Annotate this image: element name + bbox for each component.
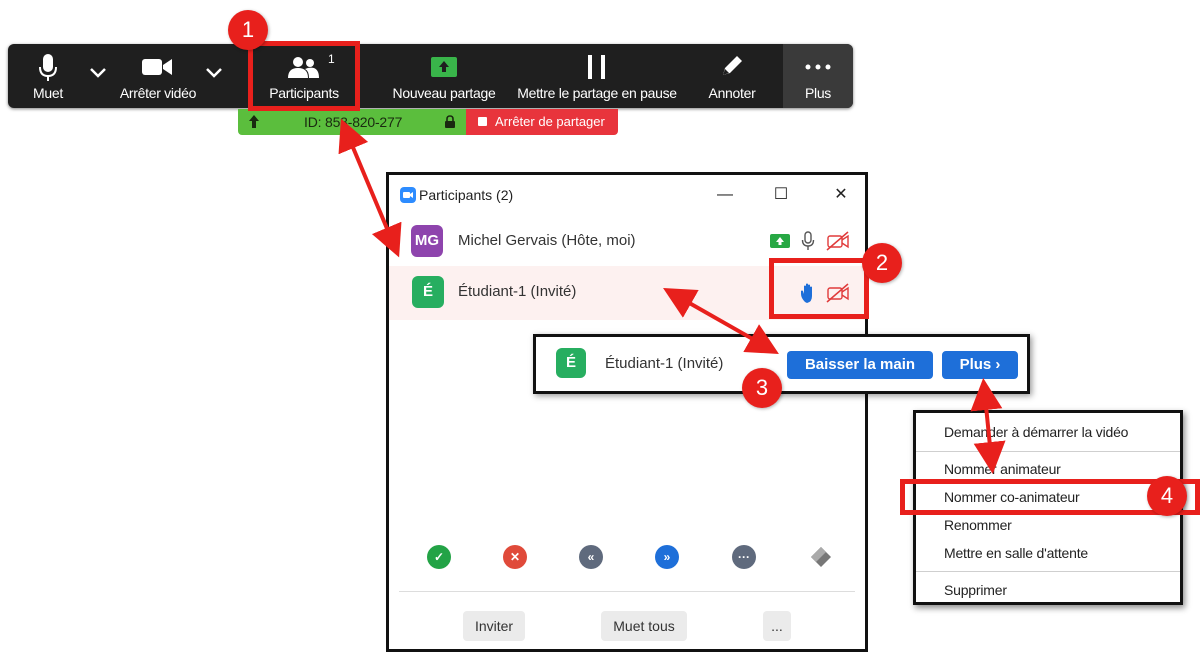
step-badge-1: 1 (228, 10, 268, 50)
step-badge-2: 2 (862, 243, 902, 283)
annotation-arrows (338, 118, 1006, 474)
arrow-step3 (663, 288, 779, 354)
step-badge-3: 3 (742, 368, 782, 408)
arrow-step1 (338, 118, 402, 258)
arrow-step4 (970, 378, 1006, 474)
step-badge-4: 4 (1147, 476, 1187, 516)
